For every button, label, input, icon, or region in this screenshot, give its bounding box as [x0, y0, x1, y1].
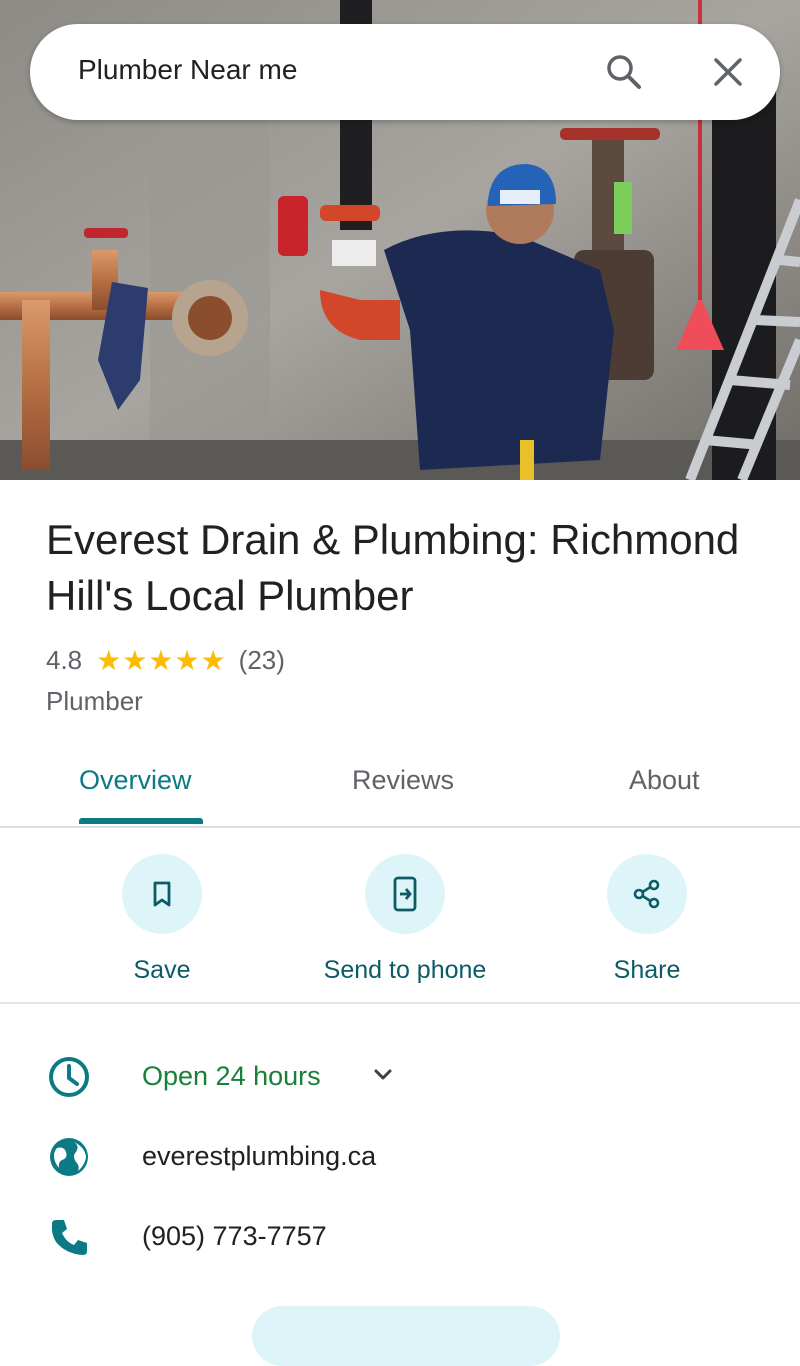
tab-bar: Overview Reviews About	[0, 738, 800, 828]
place-category: Plumber	[46, 686, 143, 716]
search-bar[interactable]: Plumber Near me	[30, 24, 780, 120]
phone-number[interactable]: (905) 773-7757	[142, 1218, 327, 1254]
phone-icon	[46, 1214, 92, 1260]
globe-icon	[46, 1134, 92, 1180]
tab-about[interactable]: About	[629, 762, 700, 798]
bottom-action-button[interactable]	[252, 1306, 560, 1366]
rating-value: 4.8	[46, 644, 83, 675]
website-row[interactable]: everestplumbing.ca	[0, 1126, 800, 1186]
review-count[interactable]: (23)	[239, 645, 285, 676]
tab-reviews[interactable]: Reviews	[352, 762, 454, 798]
clock-icon	[46, 1054, 92, 1100]
hours-status[interactable]: Open 24 hours	[142, 1058, 321, 1094]
send-to-phone-label: Send to phone	[323, 956, 487, 984]
send-to-phone-icon	[393, 876, 417, 912]
website-link[interactable]: everestplumbing.ca	[142, 1138, 376, 1174]
save-button-circle[interactable]	[122, 854, 202, 934]
active-tab-indicator	[79, 818, 203, 824]
star-rating-icon: ★★★★★	[96, 644, 227, 676]
chevron-down-icon[interactable]	[368, 1060, 398, 1090]
send-to-phone-button[interactable]: Send to phone	[285, 854, 525, 986]
close-icon[interactable]	[706, 50, 750, 94]
phone-row[interactable]: (905) 773-7757	[0, 1206, 800, 1266]
save-button[interactable]: Save	[42, 854, 282, 986]
search-input[interactable]: Plumber Near me	[78, 52, 297, 88]
share-button[interactable]: Share	[527, 854, 767, 986]
rating-row[interactable]: 4.8 ★★★★★ (23)	[46, 642, 285, 678]
send-to-phone-circle[interactable]	[365, 854, 445, 934]
share-button-circle[interactable]	[607, 854, 687, 934]
share-icon	[633, 879, 660, 909]
search-icon[interactable]	[602, 50, 646, 94]
share-label: Share	[613, 956, 681, 984]
place-title: Everest Drain & Plumbing: Richmond Hill'…	[46, 516, 740, 619]
bookmark-icon	[153, 881, 171, 907]
hours-row[interactable]: Open 24 hours	[0, 1046, 800, 1106]
save-label: Save	[133, 956, 191, 984]
tab-overview[interactable]: Overview	[79, 762, 192, 798]
action-bar: Save Send to phone Share	[0, 826, 800, 1004]
